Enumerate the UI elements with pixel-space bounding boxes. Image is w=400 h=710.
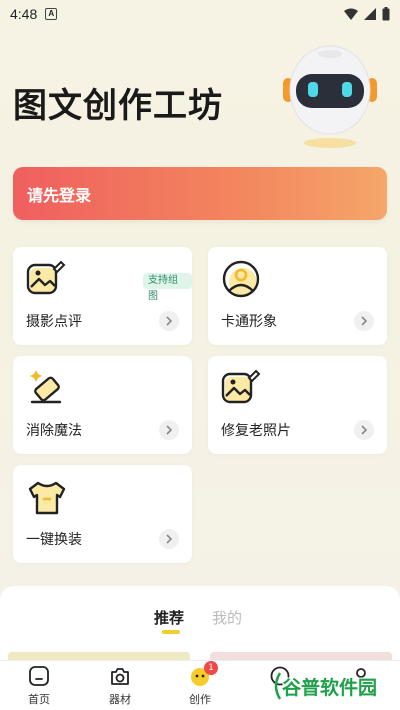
battery-icon xyxy=(382,7,390,21)
photo-review-icon xyxy=(26,260,66,295)
chevron-right-icon xyxy=(159,529,179,549)
login-banner-label: 请先登录 xyxy=(27,185,92,205)
card-label: 摄影点评 xyxy=(26,314,82,330)
watermark-text: 谷普软件园 xyxy=(282,676,378,699)
notification-a-icon: A xyxy=(45,8,58,20)
card-label: 修复老照片 xyxy=(221,423,291,439)
nav-label: 器材 xyxy=(109,693,131,706)
nav-label: 首页 xyxy=(28,693,50,706)
nav-item-home[interactable]: 首页 xyxy=(9,661,69,710)
card-photo-review[interactable]: 支持组图 摄影点评 xyxy=(13,247,192,345)
nav-item-create[interactable]: 1 创作 xyxy=(170,661,230,710)
robot-mascot-icon xyxy=(283,45,377,148)
chevron-right-icon xyxy=(354,311,374,331)
card-restore-photo[interactable]: 修复老照片 xyxy=(208,356,387,454)
watermark-swirl-icon xyxy=(274,672,282,700)
tab-active-indicator xyxy=(162,630,180,634)
tab-mine[interactable]: 我的 xyxy=(212,607,242,628)
card-eraser-magic[interactable]: 消除魔法 xyxy=(13,356,192,454)
login-banner-button[interactable]: 请先登录 xyxy=(13,167,387,220)
nav-item-equipment[interactable]: 器材 xyxy=(90,661,150,710)
eraser-magic-icon xyxy=(30,370,62,404)
chevron-right-icon xyxy=(354,420,374,440)
outfit-change-icon xyxy=(28,481,66,515)
status-bar: 4:48 A xyxy=(0,0,400,28)
watermark-logo: 谷普软件园 xyxy=(272,668,394,704)
page-title: 图文创作工坊 xyxy=(13,86,223,126)
notification-badge: 1 xyxy=(204,661,218,675)
badge-multi-image: 支持组图 xyxy=(143,273,192,302)
card-label: 消除魔法 xyxy=(26,423,82,439)
chevron-right-icon xyxy=(159,420,179,440)
wifi-icon xyxy=(344,8,358,20)
card-label: 一键换装 xyxy=(26,532,82,548)
card-cartoon-avatar[interactable]: 卡通形象 xyxy=(208,247,387,345)
tab-recommend[interactable]: 推荐 xyxy=(154,607,184,628)
cartoon-avatar-icon xyxy=(222,260,260,298)
chevron-right-icon xyxy=(159,311,179,331)
signal-icon xyxy=(364,8,376,20)
card-outfit-change[interactable]: 一键换装 xyxy=(13,465,192,563)
nav-label: 创作 xyxy=(189,693,211,706)
restore-photo-icon xyxy=(221,369,261,404)
card-label: 卡通形象 xyxy=(221,314,277,330)
home-icon xyxy=(29,666,49,686)
camera-icon xyxy=(111,668,129,685)
status-time: 4:48 xyxy=(10,6,38,22)
